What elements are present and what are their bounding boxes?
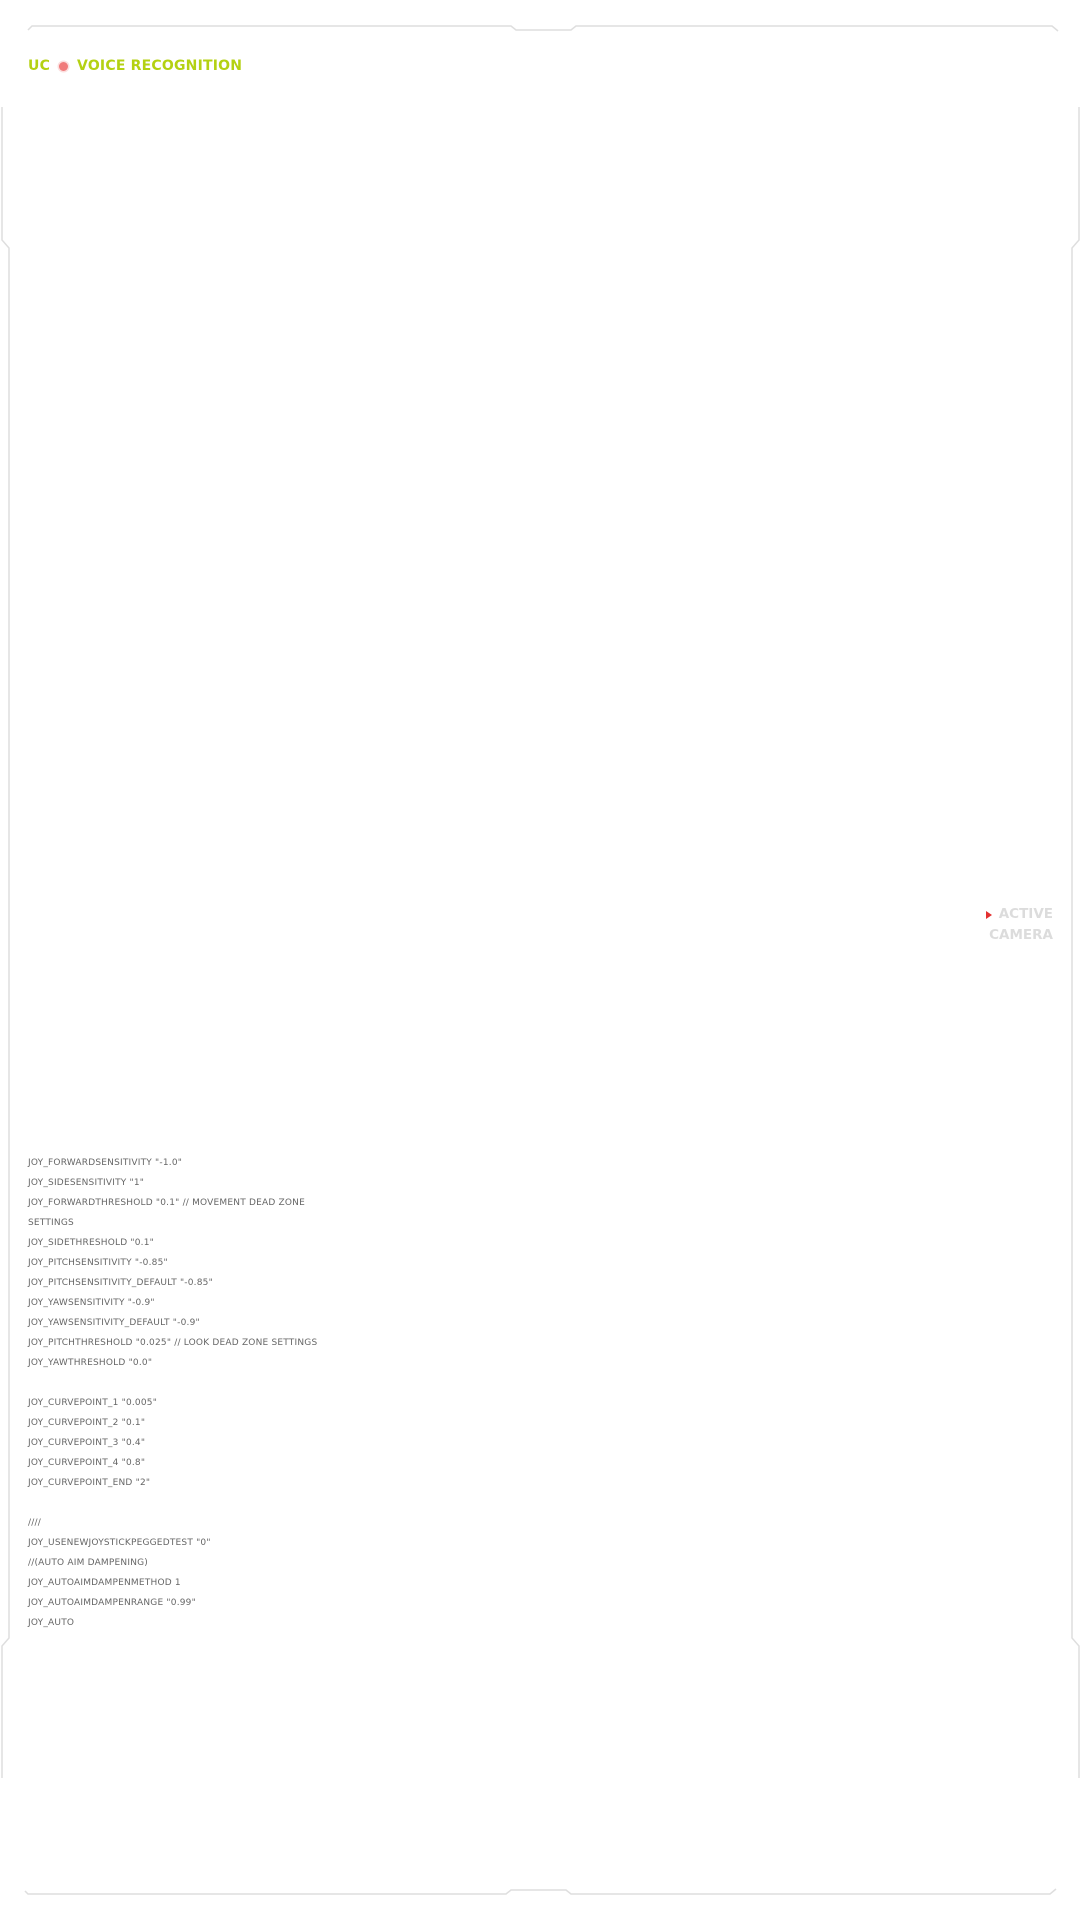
- console-line: JOY_CURVEPOINT_4 "0.8": [28, 1458, 146, 1468]
- console-line: JOY_CURVEPOINT_END "2": [28, 1478, 151, 1488]
- console-line: JOY_AUTOAIMDAMPENMETHOD 1: [28, 1578, 181, 1588]
- console-line: JOY_FORWARDSENSITIVITY "-1.0": [28, 1158, 183, 1168]
- console-line: ////: [28, 1518, 41, 1528]
- console-line: JOY_USENEWJOYSTICKPEGGEDTEST "0": [28, 1538, 211, 1548]
- camera-label-line2: CAMERA: [989, 927, 1053, 943]
- console-line: JOY_FORWARDTHRESHOLD "0.1" // MOVEMENT D…: [28, 1198, 306, 1208]
- header-title: VOICE RECOGNITION: [77, 58, 243, 74]
- console-line: JOY_AUTOAIMDAMPENRANGE "0.99": [28, 1598, 196, 1608]
- console-line: JOY_CURVEPOINT_2 "0.1": [28, 1418, 146, 1428]
- console-line: JOY_SIDETHRESHOLD "0.1": [28, 1238, 154, 1248]
- active-camera-indicator: ACTIVE CAMERA: [985, 904, 1053, 946]
- console-line: JOY_SIDESENSITIVITY "1": [28, 1178, 145, 1188]
- frame-bottom-edge: [24, 1888, 1057, 1895]
- console-line: JOY_AUTO: [28, 1618, 75, 1628]
- console-line: JOY_PITCHTHRESHOLD "0.025" // LOOK DEAD …: [28, 1338, 318, 1348]
- frame-left-edge: [1, 107, 10, 1778]
- console-line: JOY_CURVEPOINT_3 "0.4": [28, 1438, 146, 1448]
- console-line: //(AUTO AIM DAMPENING): [28, 1558, 149, 1568]
- console-line: JOY_PITCHSENSITIVITY_DEFAULT "-0.85": [28, 1278, 213, 1288]
- frame-right-edge: [1071, 107, 1080, 1778]
- recording-dot-icon: [59, 61, 69, 71]
- console-line: JOY_CURVEPOINT_1 "0.005": [28, 1398, 158, 1408]
- console-line: JOY_YAWTHRESHOLD "0.0": [28, 1358, 153, 1368]
- console-log: JOY_FORWARDSENSITIVITY "-1.0" JOY_SIDESE…: [28, 1153, 358, 1633]
- camera-label-line1: ACTIVE: [998, 906, 1053, 922]
- play-triangle-icon: [985, 910, 992, 919]
- console-line: JOY_YAWSENSITIVITY "-0.9": [28, 1298, 155, 1308]
- console-line: JOY_PITCHSENSITIVITY "-0.85": [28, 1258, 168, 1268]
- header-prefix: UC: [28, 58, 51, 74]
- console-line: JOY_YAWSENSITIVITY_DEFAULT "-0.9": [28, 1318, 200, 1328]
- app-header: UC VOICE RECOGNITION: [28, 56, 242, 76]
- console-line: SETTINGS: [28, 1218, 74, 1228]
- frame-top-edge: [27, 25, 1059, 32]
